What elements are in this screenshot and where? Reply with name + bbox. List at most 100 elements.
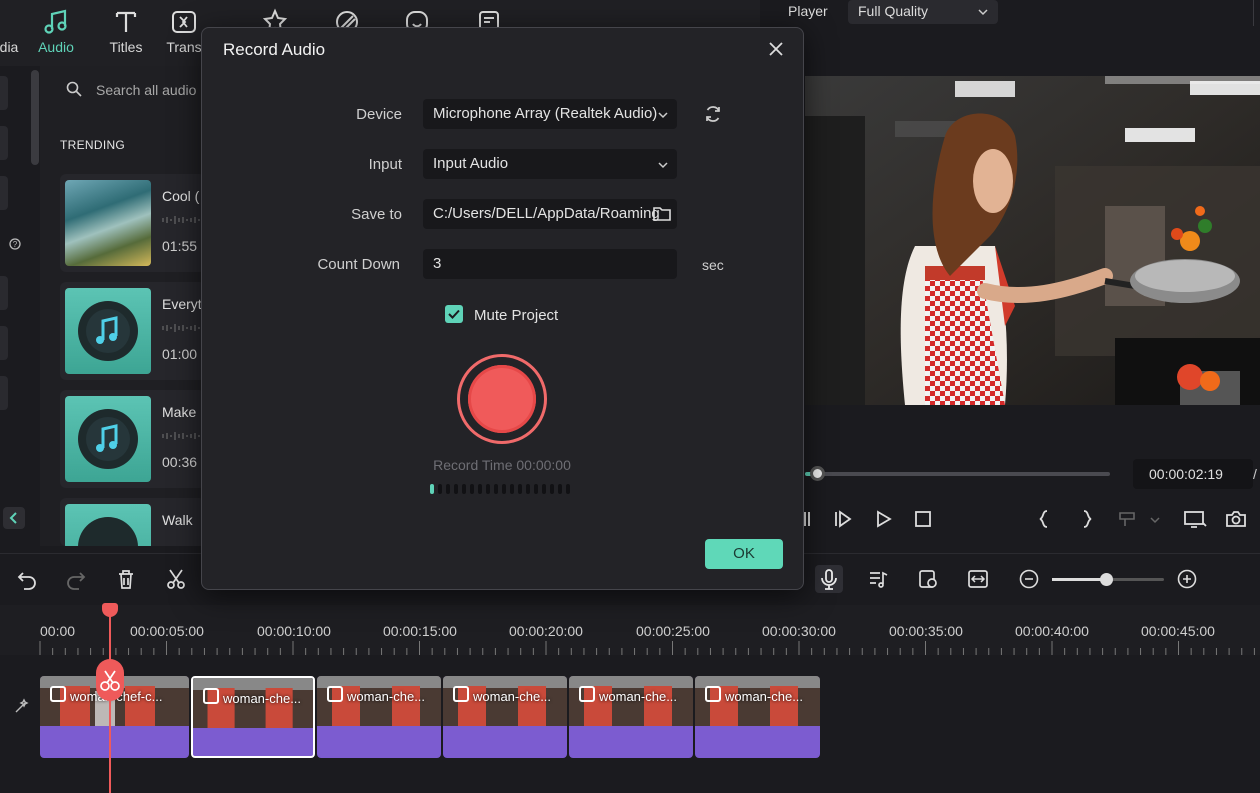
ruler-label: 00:00:40:00 [1015, 623, 1089, 639]
play-icon[interactable] [873, 509, 893, 529]
ruler-label: 00:00:20:00 [509, 623, 583, 639]
quality-select[interactable]: Full Quality [848, 0, 998, 24]
folder-icon[interactable] [652, 205, 672, 223]
mark-out-icon[interactable] [1080, 509, 1094, 529]
transition-icon [170, 8, 198, 36]
input-select[interactable]: Input Audio [423, 149, 677, 179]
record-voiceover-button[interactable] [815, 565, 843, 593]
countdown-label: Count Down [317, 256, 400, 273]
video-preview[interactable] [805, 76, 1260, 405]
level-meter-segment [550, 484, 554, 494]
next-frame-icon[interactable] [833, 509, 853, 529]
collapse-panel-button[interactable] [3, 507, 25, 529]
panel-scrollbar[interactable] [31, 70, 39, 165]
level-meter-segment [446, 484, 450, 494]
auto-reframe-icon[interactable] [917, 568, 939, 590]
ruler-label: 00:00:35:00 [889, 623, 963, 639]
snapshot-camera-icon[interactable] [1225, 509, 1247, 529]
playback-controls: 00:00:02:19 / [804, 405, 1260, 545]
level-meter-segment [486, 484, 490, 494]
chevron-down-icon[interactable] [658, 110, 668, 120]
image-icon [579, 686, 595, 702]
audio-item-title: Everyt [162, 296, 202, 312]
audio-item[interactable]: Make 00:36 [60, 390, 205, 488]
tab-media[interactable]: dia [0, 0, 22, 66]
tab-titles[interactable]: Titles [104, 0, 148, 66]
search-input[interactable]: Search all audio [96, 82, 196, 98]
clip-name: woman-che... [223, 691, 302, 706]
audio-item-duration: 00:36 [162, 454, 198, 470]
ruler-label: 00:00 [40, 623, 76, 639]
record-button[interactable] [457, 354, 547, 444]
countdown-input[interactable]: 3 [423, 249, 677, 279]
mute-project-label: Mute Project [474, 307, 559, 324]
timecode-value: 00:00:02:19 [1149, 466, 1223, 482]
insert-icon[interactable] [1117, 509, 1137, 529]
audio-item[interactable]: Walk [60, 498, 205, 546]
split-scissors-icon[interactable] [165, 568, 187, 590]
record-time: Record Time 00:00:00 [433, 457, 571, 473]
zoom-slider[interactable] [1052, 573, 1164, 586]
save-path-field[interactable]: C:/Users/DELL/AppData/Roaming [423, 199, 677, 229]
stop-icon[interactable] [913, 509, 933, 529]
delete-icon[interactable] [115, 568, 137, 590]
level-meter-segment [518, 484, 522, 494]
refresh-icon[interactable] [703, 104, 723, 124]
countdown-unit: sec [702, 257, 724, 273]
image-icon [203, 688, 219, 704]
level-meter-segment [462, 484, 466, 494]
audio-item-duration: 01:00 [162, 346, 198, 362]
chevron-down-icon[interactable] [658, 160, 668, 170]
rail-button[interactable] [0, 276, 8, 310]
timeline-clip-selected[interactable]: woman-che... [191, 676, 315, 758]
zoom-in-icon[interactable] [1176, 568, 1198, 590]
level-meter-segment [470, 484, 474, 494]
mute-project-checkbox[interactable] [445, 305, 463, 323]
ruler-ticks [39, 641, 1255, 655]
undo-icon[interactable] [16, 569, 38, 591]
audio-item[interactable]: Cool ( 01:55 [60, 174, 205, 272]
ok-button[interactable]: OK [705, 539, 783, 569]
playback-progress-bar[interactable] [805, 466, 1110, 481]
clip-name: woman-che... [473, 689, 552, 704]
tab-transitions-label: Trans [166, 39, 202, 55]
rail-button[interactable] [0, 126, 8, 160]
record-dot-icon [468, 365, 536, 433]
timeline-clip[interactable]: woman-che... [695, 676, 820, 758]
tab-transitions[interactable]: Trans [164, 0, 204, 66]
rail-button[interactable] [0, 326, 8, 360]
level-meter-segment [494, 484, 498, 494]
fit-width-icon[interactable] [967, 568, 989, 590]
timeline-clip[interactable]: woman-che... [317, 676, 441, 758]
timeline-ruler[interactable]: 00:00 00:00:05:00 00:00:10:00 00:00:15:0… [0, 605, 1260, 655]
rail-button[interactable] [0, 76, 8, 110]
zoom-slider-knob[interactable] [1100, 573, 1113, 586]
device-select[interactable]: Microphone Array (Realtek Audio) [423, 99, 677, 129]
timecode-separator: / [1253, 466, 1257, 482]
audio-item[interactable]: Everyt 01:00 [60, 282, 205, 380]
section-title: TRENDING [60, 138, 126, 152]
rail-button[interactable] [0, 376, 8, 410]
display-icon[interactable] [1183, 509, 1207, 529]
audio-list-icon[interactable] [867, 568, 889, 590]
timeline-clip[interactable]: woman-che... [443, 676, 567, 758]
level-meter-segment [566, 484, 570, 494]
tab-audio[interactable]: Audio [32, 0, 80, 66]
magic-wand-icon[interactable] [13, 697, 31, 715]
playhead-knob[interactable] [810, 466, 826, 481]
level-meter-segment [526, 484, 530, 494]
close-icon[interactable] [768, 41, 784, 57]
help-icon[interactable]: ? [9, 238, 21, 250]
audio-item-duration: 01:55 [162, 238, 198, 254]
zoom-out-icon[interactable] [1018, 568, 1040, 590]
split-scissors-button[interactable] [96, 659, 124, 701]
rail-button[interactable] [0, 176, 8, 210]
mark-in-icon[interactable] [1037, 509, 1051, 529]
redo-icon[interactable] [65, 569, 87, 591]
tab-media-label: dia [0, 39, 19, 55]
clip-name: woman-che... [347, 689, 426, 704]
timeline-clip[interactable]: woman-che... [569, 676, 693, 758]
timecode-display: 00:00:02:19 [1133, 459, 1253, 489]
device-label: Device [356, 106, 402, 123]
chevron-down-icon[interactable] [1150, 515, 1160, 525]
